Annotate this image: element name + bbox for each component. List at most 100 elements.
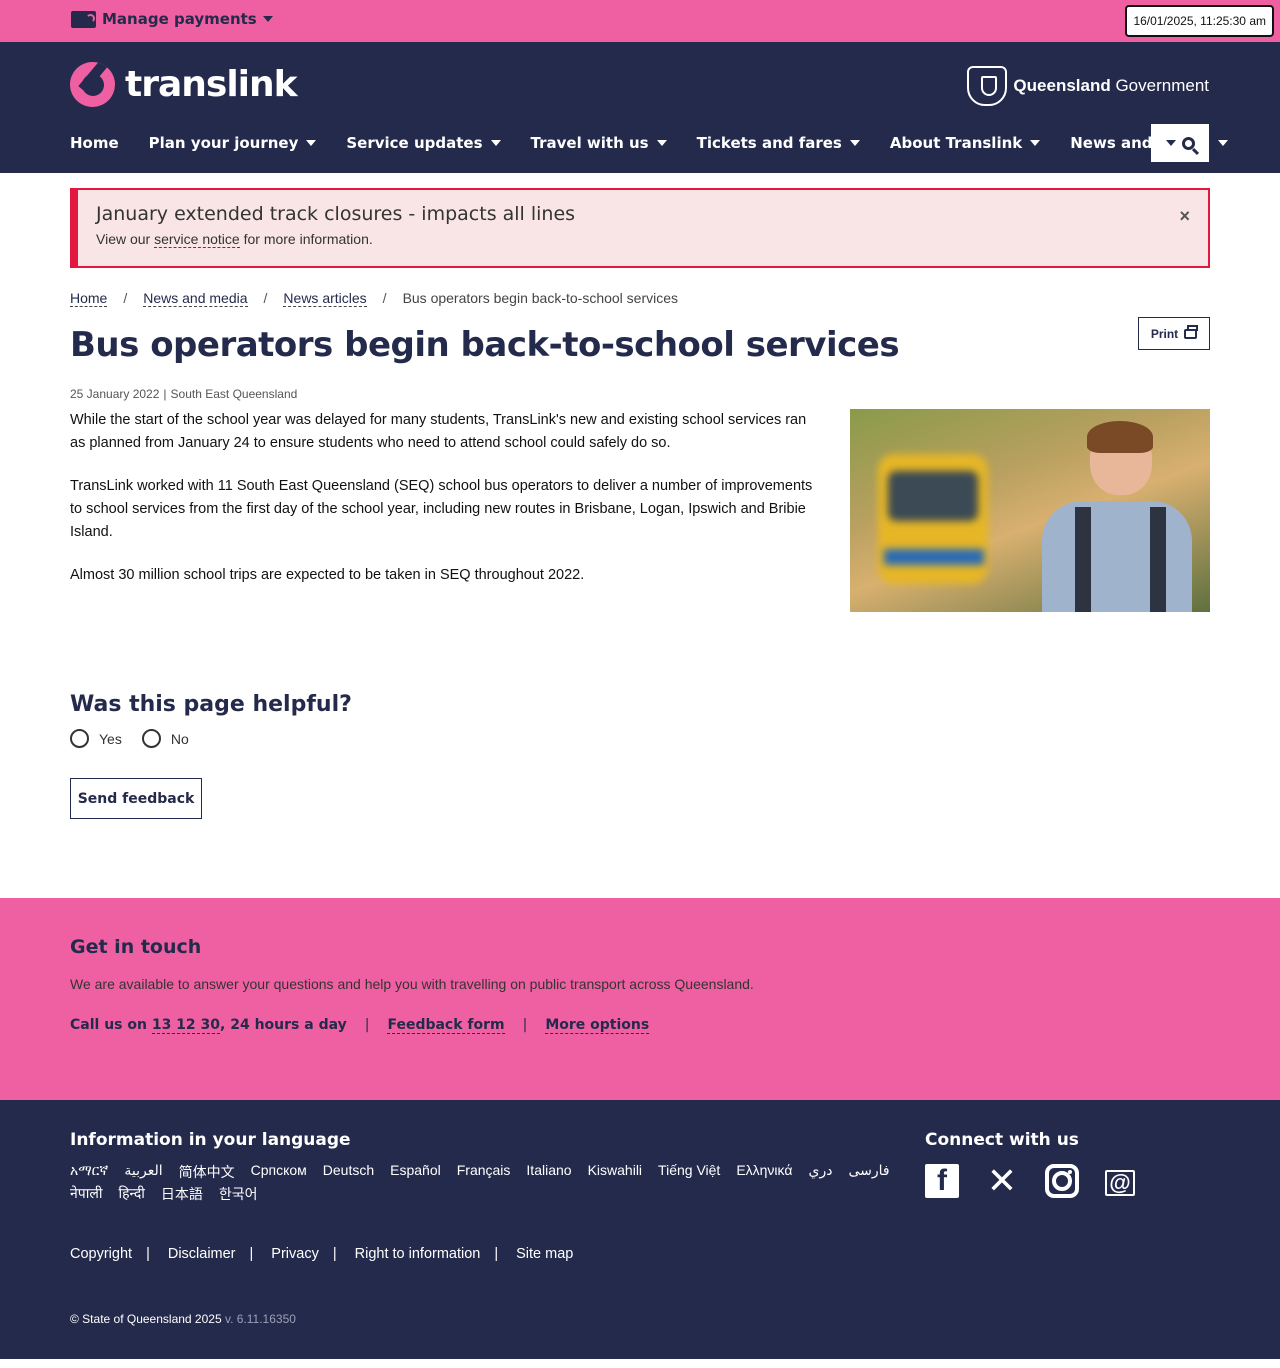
get-in-touch-desc: We are available to answer your question… bbox=[70, 976, 754, 992]
footer-link-right-to-information[interactable]: Right to information bbox=[355, 1246, 481, 1262]
footer-link-disclaimer[interactable]: Disclaimer bbox=[168, 1246, 236, 1262]
language-link[interactable]: العربية bbox=[124, 1162, 162, 1182]
language-link[interactable]: Italiano bbox=[526, 1162, 571, 1182]
language-link[interactable]: Español bbox=[390, 1162, 441, 1182]
send-feedback-button[interactable]: Send feedback bbox=[70, 778, 202, 819]
breadcrumb-separator: / bbox=[263, 290, 268, 306]
language-section: Information in your language አማርኛ العربية… bbox=[70, 1130, 890, 1204]
main-nav: Home Plan your journey Service updates T… bbox=[70, 134, 1258, 152]
get-in-touch-section: Get in touch We are available to answer … bbox=[0, 898, 1280, 1100]
footer-link-copyright[interactable]: Copyright bbox=[70, 1246, 132, 1262]
chevron-down-icon bbox=[849, 140, 860, 146]
article-date: 25 January 2022 bbox=[70, 387, 160, 401]
yes-radio[interactable] bbox=[70, 729, 89, 748]
facebook-icon[interactable]: f bbox=[925, 1164, 959, 1198]
link-separator: | bbox=[364, 1017, 370, 1033]
chevron-down-icon bbox=[262, 16, 273, 22]
article-paragraph: While the start of the school year was d… bbox=[70, 412, 807, 451]
language-link[interactable]: 日本語 bbox=[161, 1184, 203, 1204]
alert-banner: January extended track closures - impact… bbox=[70, 188, 1210, 268]
language-link[interactable]: فارسی bbox=[848, 1162, 889, 1182]
language-link[interactable]: 简体中文 bbox=[179, 1162, 235, 1182]
crest-icon bbox=[967, 66, 1008, 106]
language-link[interactable]: 한국어 bbox=[219, 1184, 258, 1204]
breadcrumb-home[interactable]: Home bbox=[70, 290, 108, 307]
chevron-down-icon bbox=[656, 140, 667, 146]
article-paragraph: TransLink worked with 11 South East Quee… bbox=[70, 478, 813, 540]
nav-travel-with-us[interactable]: Travel with us bbox=[531, 134, 667, 152]
breadcrumb-news-articles[interactable]: News articles bbox=[283, 290, 367, 307]
queensland-government-logo[interactable]: Queensland Government bbox=[967, 66, 1209, 106]
language-link[interactable]: हिन्दी bbox=[118, 1184, 144, 1204]
service-notice-link[interactable]: service notice bbox=[154, 231, 240, 248]
language-link[interactable]: አማርኛ bbox=[70, 1162, 108, 1182]
chevron-down-icon bbox=[490, 140, 501, 146]
article-paragraph: Almost 30 million school trips are expec… bbox=[70, 567, 585, 583]
language-link[interactable]: Deutsch bbox=[323, 1162, 374, 1182]
manage-payments-menu[interactable]: Manage payments bbox=[71, 10, 273, 28]
gov-text: Queensland Government bbox=[1013, 76, 1209, 95]
phone-link[interactable]: 13 12 30 bbox=[151, 1017, 221, 1034]
nav-plan-your-journey[interactable]: Plan your journey bbox=[149, 134, 317, 152]
nav-service-updates[interactable]: Service updates bbox=[346, 134, 501, 152]
connect-section: Connect with us f ✕ @ bbox=[925, 1130, 1135, 1202]
feedback-form-link[interactable]: Feedback form bbox=[387, 1017, 505, 1034]
close-icon[interactable]: × bbox=[1179, 206, 1190, 227]
language-link[interactable]: Ελληνικά bbox=[736, 1162, 792, 1182]
footer-links: Copyright | Disclaimer | Privacy | Right to… bbox=[70, 1246, 574, 1262]
breadcrumb: Home / News and media / News articles / … bbox=[70, 290, 1210, 307]
printer-icon bbox=[1184, 324, 1199, 339]
print-button[interactable]: Print bbox=[1138, 317, 1210, 350]
language-link[interactable]: नेपाली bbox=[70, 1184, 102, 1204]
manage-payments-label: Manage payments bbox=[102, 10, 257, 28]
get-in-touch-title: Get in touch bbox=[70, 936, 202, 958]
feedback-section: Was this page helpful? Yes No Send feedb… bbox=[70, 692, 1210, 819]
connect-title: Connect with us bbox=[925, 1130, 1079, 1150]
no-radio[interactable] bbox=[141, 729, 161, 748]
breadcrumb-news-and-media[interactable]: News and media bbox=[143, 290, 248, 307]
site-header: translink Queensland Government Home Pla… bbox=[0, 42, 1280, 173]
article-photo bbox=[850, 409, 1210, 612]
language-link[interactable]: دري bbox=[808, 1162, 832, 1182]
breadcrumb-separator: / bbox=[123, 290, 128, 306]
language-link[interactable]: Српском bbox=[251, 1162, 307, 1182]
version-text: v. 6.11.16350 bbox=[224, 1312, 296, 1326]
alert-body: View our service notice for more informa… bbox=[96, 231, 373, 248]
utility-bar: Manage payments 16/01/2025, 11:25:30 am bbox=[0, 0, 1280, 42]
chevron-down-icon bbox=[1217, 140, 1228, 146]
language-list: አማርኛ العربية 简体中文 Српском Deutsch Español Fran… bbox=[70, 1162, 890, 1204]
language-link[interactable]: Français bbox=[457, 1162, 511, 1182]
card-icon bbox=[71, 10, 96, 28]
feedback-question: Was this page helpful? bbox=[70, 692, 352, 717]
footer-link-site-map[interactable]: Site map bbox=[516, 1246, 573, 1262]
breadcrumb-current: Bus operators begin back-to-school servi… bbox=[402, 290, 679, 306]
language-link[interactable]: Kiswahili bbox=[588, 1162, 642, 1182]
no-label[interactable]: No bbox=[171, 731, 189, 747]
chevron-down-icon bbox=[306, 140, 317, 146]
language-title: Information in your language bbox=[70, 1130, 351, 1150]
nav-about-translink[interactable]: About Translink bbox=[890, 134, 1041, 152]
alert-title: January extended track closures - impact… bbox=[96, 203, 576, 225]
email-icon[interactable]: @ bbox=[1105, 1170, 1135, 1196]
translink-logo-icon bbox=[70, 62, 115, 107]
article-region: South East Queensland bbox=[170, 387, 298, 401]
instagram-icon[interactable] bbox=[1045, 1164, 1079, 1198]
chevron-down-icon bbox=[1165, 140, 1176, 146]
more-options-link[interactable]: More options bbox=[545, 1017, 650, 1034]
search-button[interactable] bbox=[1151, 124, 1209, 162]
footer-link-privacy[interactable]: Privacy bbox=[271, 1246, 319, 1262]
page-title: Bus operators begin back-to-school servi… bbox=[70, 325, 900, 365]
x-icon[interactable]: ✕ bbox=[985, 1161, 1019, 1202]
language-link[interactable]: Tiếng Việt bbox=[658, 1162, 720, 1182]
clock-display: 16/01/2025, 11:25:30 am bbox=[1125, 5, 1274, 37]
call-us-text: Call us on 13 12 30, 24 hours a day bbox=[70, 1017, 347, 1034]
nav-home[interactable]: Home bbox=[70, 134, 119, 152]
translink-logo[interactable]: translink bbox=[70, 62, 298, 107]
article-body: While the start of the school year was d… bbox=[70, 409, 1210, 612]
nav-tickets-and-fares[interactable]: Tickets and fares bbox=[697, 134, 860, 152]
search-icon bbox=[1181, 136, 1195, 150]
article-meta: 25 January 2022 | South East Queensland bbox=[70, 387, 298, 401]
logo-text: translink bbox=[125, 64, 298, 105]
yes-label[interactable]: Yes bbox=[99, 731, 122, 747]
site-footer: Information in your language አማርኛ العربية… bbox=[0, 1100, 1280, 1359]
